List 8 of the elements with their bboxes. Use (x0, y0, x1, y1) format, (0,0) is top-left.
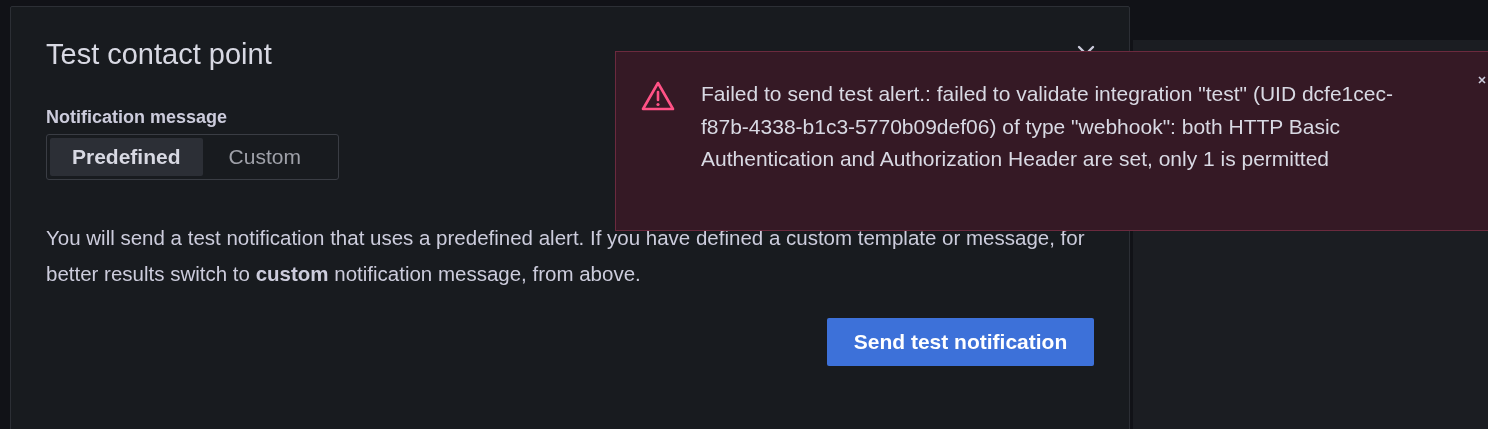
send-button[interactable]: Send test notification (827, 318, 1094, 366)
error-message: Failed to send test alert.: failed to validate integration "test" (UID dcfe1cec-f87b-4338-b1c3-5770b09def06) of type "webhook": both HTTP Basic Authentication and Authorization Header are set, only 1 is permitted (701, 81, 1394, 172)
field-label: Notification message (46, 107, 228, 128)
dialog-title: Test contact point (46, 37, 272, 71)
warning-icon (640, 80, 676, 112)
radio-option[interactable]: Predefined (50, 138, 203, 176)
description-text: You will send a test notification that uses a predefined alert. If you have defined a custom template or message, for better results switch to custom notification message, from above. (46, 225, 1086, 287)
radio-option[interactable]: Custom (206, 138, 323, 176)
